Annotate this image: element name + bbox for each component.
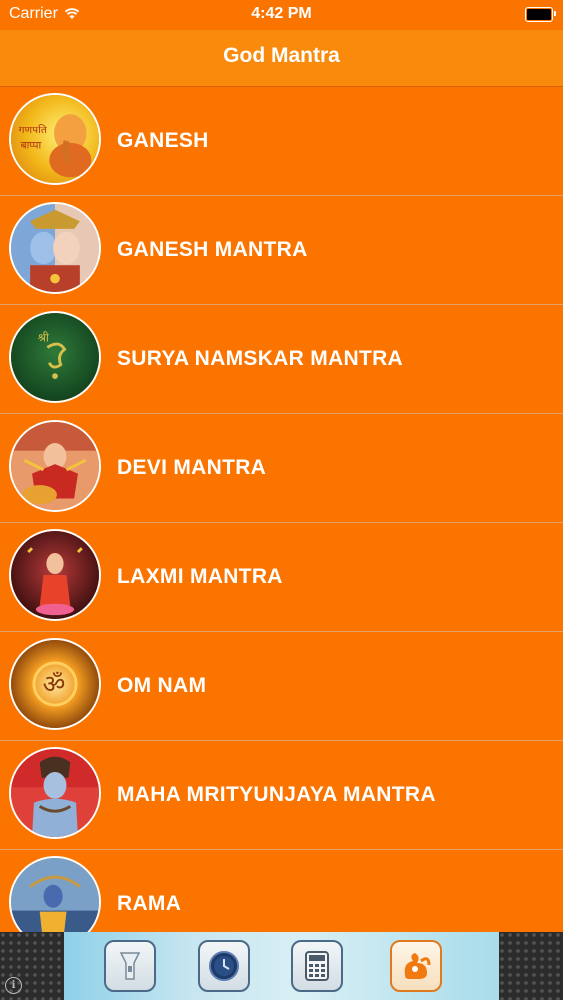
list-item-maha-mrityunjaya-mantra[interactable]: MAHA MRITYUNJAYA MANTRA: [0, 741, 563, 850]
svg-text:बाप्पा: बाप्पा: [21, 140, 42, 152]
flashlight-icon: [119, 952, 141, 980]
svg-text:गणपति: गणपति: [19, 123, 48, 136]
shiva-image-icon: [9, 747, 101, 839]
svg-text:श्री: श्री: [38, 331, 50, 345]
list-item-label: GANESH: [117, 129, 209, 152]
squirrel-browser-icon: [404, 953, 431, 979]
browser-button[interactable]: [390, 940, 442, 992]
shiva-parvati-image-icon: [9, 202, 101, 294]
toolbar-right-pattern: [499, 932, 563, 1000]
list-item-ganesh-mantra[interactable]: GANESH MANTRA: [0, 196, 563, 305]
laxmi-image-icon: [9, 529, 101, 621]
page-title: God Mantra: [223, 44, 340, 67]
info-icon[interactable]: i: [5, 977, 22, 994]
list-item-laxmi-mantra[interactable]: LAXMI MANTRA: [0, 523, 563, 632]
ganesh-image-icon: गणपति बाप्पा: [9, 93, 101, 185]
rama-image-icon: [9, 856, 101, 932]
durga-image-icon: [9, 420, 101, 512]
ganesh-green-image-icon: श्री: [9, 311, 101, 403]
battery-icon: [525, 7, 556, 22]
list-item-label: OM NAM: [117, 674, 207, 697]
list-item-surya-namskar-mantra[interactable]: श्री SURYA NAMSKAR MANTRA: [0, 305, 563, 414]
list-item-rama[interactable]: RAMA: [0, 850, 563, 932]
bottom-toolbar: i: [0, 932, 563, 1000]
list-item-label: RAMA: [117, 892, 182, 915]
list-item-ganesh[interactable]: गणपति बाप्पा GANESH: [0, 87, 563, 196]
clock-icon: [209, 951, 239, 981]
mantra-list: गणपति बाप्पा GANESH GANESH MANTRA श्री S…: [0, 87, 563, 932]
list-item-label: LAXMI MANTRA: [117, 565, 283, 588]
status-bar: Carrier 4:42 PM: [0, 0, 563, 30]
navigation-bar: God Mantra: [0, 30, 563, 87]
list-item-label: SURYA NAMSKAR MANTRA: [117, 347, 404, 370]
clock-button[interactable]: [198, 940, 250, 992]
list-item-label: MAHA MRITYUNJAYA MANTRA: [117, 783, 436, 806]
om-image-icon: ॐ: [9, 638, 101, 730]
list-item-label: DEVI MANTRA: [117, 456, 267, 479]
calculator-button[interactable]: [291, 940, 343, 992]
calculator-icon: [305, 951, 329, 981]
flashlight-button[interactable]: [104, 940, 156, 992]
status-time: 4:42 PM: [251, 5, 312, 22]
list-item-devi-mantra[interactable]: DEVI MANTRA: [0, 414, 563, 523]
list-item-om-nam[interactable]: ॐ OM NAM: [0, 632, 563, 741]
list-item-label: GANESH MANTRA: [117, 238, 308, 261]
svg-text:ॐ: ॐ: [43, 670, 66, 699]
